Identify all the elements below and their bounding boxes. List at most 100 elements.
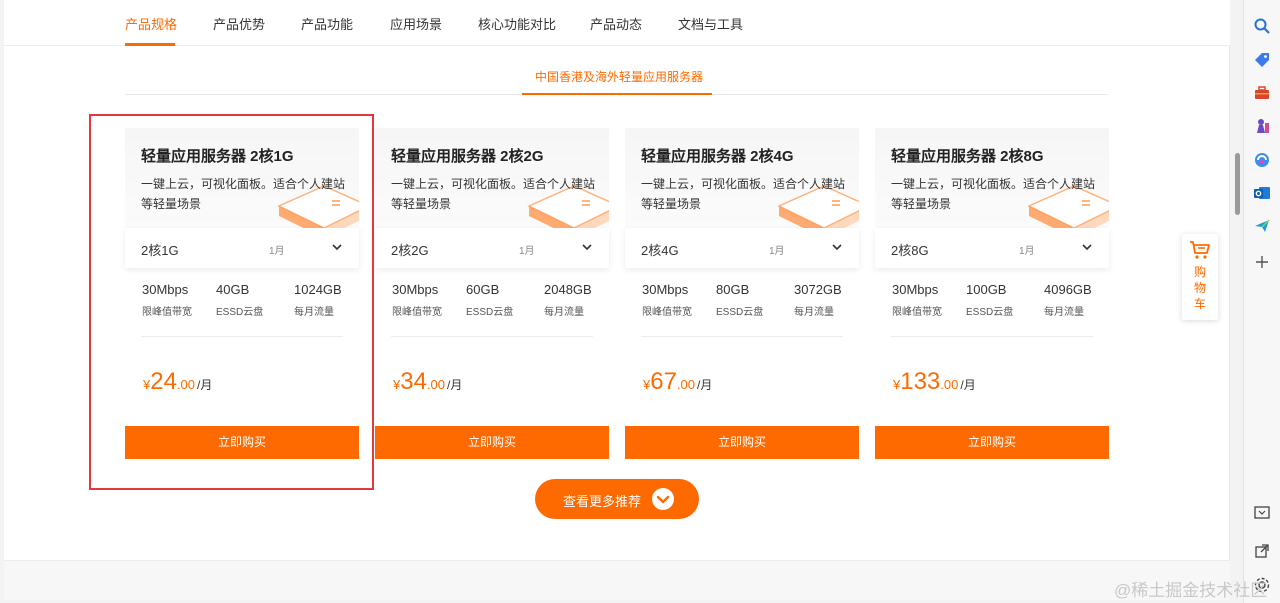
bandwidth-label: 限峰值带宽 bbox=[892, 307, 942, 318]
price-decimal: .00 bbox=[176, 377, 196, 392]
nav-active-indicator bbox=[125, 43, 175, 46]
card-description: 一键上云，可视化面板。适合个人建站等轻量场景 bbox=[891, 177, 1096, 211]
traffic-value: 1024GB bbox=[294, 282, 342, 297]
price-decimal: .00 bbox=[426, 377, 446, 392]
price-integer: 133 bbox=[900, 368, 941, 395]
see-more-label: 查看更多推荐 bbox=[563, 494, 642, 509]
spec-dropdown[interactable]: 2核1G 1月 bbox=[125, 228, 359, 268]
disk-value: 80GB bbox=[716, 282, 750, 297]
traffic-spec: 3072GB 每月流量 bbox=[794, 282, 842, 318]
spec-dropdown[interactable]: 2核8G 1月 bbox=[875, 228, 1109, 268]
buy-now-button[interactable]: 立即购买 bbox=[125, 426, 359, 459]
period-value: 1月 bbox=[769, 246, 785, 257]
chess-icon[interactable] bbox=[1253, 117, 1271, 135]
bandwidth-value: 30Mbps bbox=[142, 282, 189, 297]
disk-value: 60GB bbox=[466, 282, 500, 297]
card-title: 轻量应用服务器 2核2G bbox=[391, 148, 544, 165]
card-description: 一键上云，可视化面板。适合个人建站等轻量场景 bbox=[141, 177, 346, 211]
price-unit: /月 bbox=[447, 378, 463, 392]
card-header: 轻量应用服务器 2核8G 一键上云，可视化面板。适合个人建站等轻量场景 bbox=[875, 128, 1109, 228]
send-icon[interactable] bbox=[1253, 217, 1271, 235]
outlook-icon[interactable] bbox=[1253, 184, 1271, 202]
spec-value: 2核4G bbox=[641, 243, 679, 258]
card-header: 轻量应用服务器 2核1G 一键上云，可视化面板。适合个人建站等轻量场景 bbox=[125, 128, 359, 228]
price-integer: 34 bbox=[400, 368, 427, 395]
traffic-label: 每月流量 bbox=[544, 307, 584, 318]
cart-icon bbox=[1190, 241, 1210, 259]
bandwidth-spec: 30Mbps 限峰值带宽 bbox=[642, 282, 692, 318]
card-divider bbox=[641, 336, 843, 337]
product-card: 轻量应用服务器 2核2G 一键上云，可视化面板。适合个人建站等轻量场景 2核2G… bbox=[375, 128, 609, 460]
product-navbar: 产品规格 产品优势 产品功能 应用场景 核心功能对比 产品动态 文档与工具 bbox=[4, 0, 1230, 46]
watermark: @稀土掘金技术社区 bbox=[1114, 581, 1268, 600]
nav-feature-compare[interactable]: 核心功能对比 bbox=[478, 14, 556, 33]
spec-value: 2核2G bbox=[391, 243, 429, 258]
browser-right-sidebar bbox=[1243, 0, 1280, 603]
buy-now-button[interactable]: 立即购买 bbox=[875, 426, 1109, 459]
scrollbar-thumb[interactable] bbox=[1235, 153, 1240, 215]
nav-product-specs[interactable]: 产品规格 bbox=[125, 14, 177, 33]
card-header: 轻量应用服务器 2核2G 一键上云，可视化面板。适合个人建站等轻量场景 bbox=[375, 128, 609, 228]
screenshot-icon[interactable] bbox=[1253, 504, 1271, 522]
traffic-spec: 1024GB 每月流量 bbox=[294, 282, 342, 318]
card-description: 一键上云，可视化面板。适合个人建站等轻量场景 bbox=[391, 177, 596, 211]
see-more-button[interactable]: 查看更多推荐 bbox=[535, 479, 699, 519]
chevron-down-icon bbox=[1082, 244, 1092, 251]
region-tab-hk-overseas[interactable]: 中国香港及海外轻量应用服务器 bbox=[524, 68, 714, 85]
nav-product-advantages[interactable]: 产品优势 bbox=[213, 14, 265, 33]
card-divider bbox=[891, 336, 1093, 337]
nav-product-features[interactable]: 产品功能 bbox=[301, 14, 353, 33]
card-divider bbox=[391, 336, 593, 337]
bandwidth-value: 30Mbps bbox=[392, 282, 439, 297]
nav-use-cases[interactable]: 应用场景 bbox=[390, 14, 442, 33]
card-description: 一键上云，可视化面板。适合个人建站等轻量场景 bbox=[641, 177, 846, 211]
bandwidth-label: 限峰值带宽 bbox=[142, 307, 192, 318]
card-title: 轻量应用服务器 2核8G bbox=[891, 148, 1044, 165]
price-unit: /月 bbox=[960, 378, 976, 392]
external-link-icon[interactable] bbox=[1253, 542, 1271, 560]
bandwidth-value: 30Mbps bbox=[892, 282, 939, 297]
add-icon[interactable] bbox=[1253, 253, 1271, 271]
spec-dropdown[interactable]: 2核2G 1月 bbox=[375, 228, 609, 268]
disk-label: ESSD云盘 bbox=[216, 307, 264, 318]
shopping-cart-button[interactable]: 购物车 bbox=[1182, 234, 1218, 320]
region-tab-active-indicator bbox=[522, 93, 712, 95]
card-header: 轻量应用服务器 2核4G 一键上云，可视化面板。适合个人建站等轻量场景 bbox=[625, 128, 859, 228]
card-title: 轻量应用服务器 2核4G bbox=[641, 148, 794, 165]
traffic-label: 每月流量 bbox=[1044, 307, 1084, 318]
toolbox-icon[interactable] bbox=[1253, 84, 1271, 102]
card-title: 轻量应用服务器 2核1G bbox=[141, 148, 294, 165]
price-unit: /月 bbox=[197, 378, 213, 392]
bandwidth-label: 限峰值带宽 bbox=[392, 307, 442, 318]
price-unit: /月 bbox=[697, 378, 713, 392]
price: ¥24.00/月 bbox=[143, 368, 212, 396]
page-footer-area bbox=[4, 560, 1230, 600]
spec-value: 2核1G bbox=[141, 243, 179, 258]
nav-docs-tools[interactable]: 文档与工具 bbox=[678, 14, 743, 33]
bandwidth-spec: 30Mbps 限峰值带宽 bbox=[392, 282, 442, 318]
nav-product-news[interactable]: 产品动态 bbox=[590, 14, 642, 33]
buy-now-button[interactable]: 立即购买 bbox=[625, 426, 859, 459]
traffic-value: 4096GB bbox=[1044, 282, 1092, 297]
buy-now-button[interactable]: 立即购买 bbox=[375, 426, 609, 459]
search-icon[interactable] bbox=[1253, 17, 1271, 35]
spec-value: 2核8G bbox=[891, 243, 929, 258]
chevron-down-icon bbox=[332, 244, 342, 251]
period-value: 1月 bbox=[1019, 246, 1035, 257]
spec-dropdown[interactable]: 2核4G 1月 bbox=[625, 228, 859, 268]
disk-value: 100GB bbox=[966, 282, 1007, 297]
tag-icon[interactable] bbox=[1253, 51, 1271, 69]
price: ¥133.00/月 bbox=[893, 368, 976, 396]
price-decimal: .00 bbox=[676, 377, 696, 392]
disk-label: ESSD云盘 bbox=[716, 307, 764, 318]
disk-label: ESSD云盘 bbox=[466, 307, 514, 318]
disk-spec: 60GB ESSD云盘 bbox=[466, 282, 513, 318]
cart-label: 购物车 bbox=[1193, 265, 1206, 311]
chevron-down-circle-icon bbox=[652, 488, 674, 510]
traffic-spec: 4096GB 每月流量 bbox=[1044, 282, 1092, 318]
disk-spec: 80GB ESSD云盘 bbox=[716, 282, 763, 318]
price-integer: 67 bbox=[650, 368, 677, 395]
copilot-icon[interactable] bbox=[1253, 151, 1271, 169]
traffic-spec: 2048GB 每月流量 bbox=[544, 282, 592, 318]
product-card: 轻量应用服务器 2核8G 一键上云，可视化面板。适合个人建站等轻量场景 2核8G… bbox=[875, 128, 1109, 460]
